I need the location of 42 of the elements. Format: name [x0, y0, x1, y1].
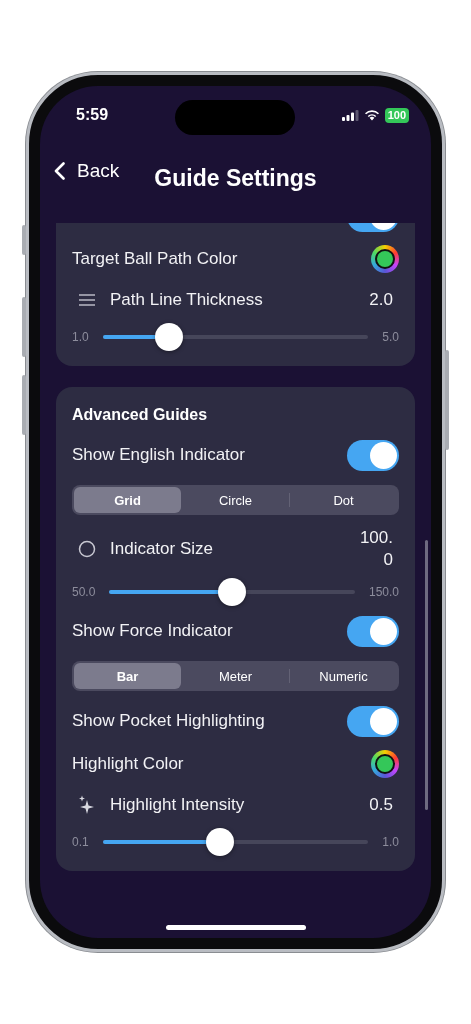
- slider-track[interactable]: [109, 578, 355, 606]
- toggle-switch[interactable]: [347, 705, 399, 737]
- battery-level: 100: [384, 107, 409, 123]
- segment-option[interactable]: Grid: [74, 487, 181, 513]
- toggle-switch[interactable]: [347, 615, 399, 647]
- segment-option[interactable]: Numeric: [290, 663, 397, 689]
- slider-thumb[interactable]: [218, 578, 247, 606]
- segment-option[interactable]: Circle: [182, 487, 289, 513]
- slider-track[interactable]: [102, 323, 369, 351]
- setting-label: Highlight Intensity: [110, 795, 245, 815]
- lines-icon: [78, 294, 96, 306]
- screen-title: Guide Settings: [154, 165, 317, 192]
- segment-option[interactable]: Dot: [290, 487, 397, 513]
- setting-label: Highlight Color: [72, 754, 184, 774]
- toggle-switch[interactable]: [347, 439, 399, 471]
- segment-option[interactable]: Bar: [74, 663, 181, 689]
- circle-icon: [78, 540, 96, 558]
- section-title: Advanced Guides: [72, 405, 209, 425]
- slider-value: 100.0: [358, 527, 393, 571]
- segment-option[interactable]: Meter: [182, 663, 289, 689]
- slider-min-label: 1.0: [72, 330, 89, 344]
- slider-min-label: 0.1: [72, 835, 89, 849]
- chevron-left-icon: [54, 161, 65, 180]
- slider-max-label: 1.0: [382, 835, 399, 849]
- setting-label: Show Force Indicator: [72, 621, 233, 641]
- slider-max-label: 5.0: [382, 330, 399, 344]
- setting-label: Show Pocket Highlighting: [72, 711, 265, 731]
- back-button[interactable]: Back: [54, 159, 120, 182]
- slider-min-label: 50.0: [72, 585, 96, 599]
- signal-icon: [341, 109, 359, 121]
- slider-value: 0.5: [368, 794, 393, 816]
- wifi-icon: [363, 109, 380, 121]
- slider-thumb[interactable]: [155, 323, 184, 351]
- status-time: 5:59: [76, 106, 109, 124]
- setting-label: Indicator Size: [110, 539, 213, 559]
- setting-label: Path Line Thickness: [110, 290, 263, 310]
- slider-value: 2.0: [368, 289, 393, 311]
- slider-max-label: 150.0: [368, 585, 399, 599]
- setting-label: Show English Indicator: [72, 445, 245, 465]
- slider-track[interactable]: [102, 828, 369, 856]
- setting-label: Target Ball Path Color: [72, 249, 238, 269]
- slider-thumb[interactable]: [205, 828, 234, 856]
